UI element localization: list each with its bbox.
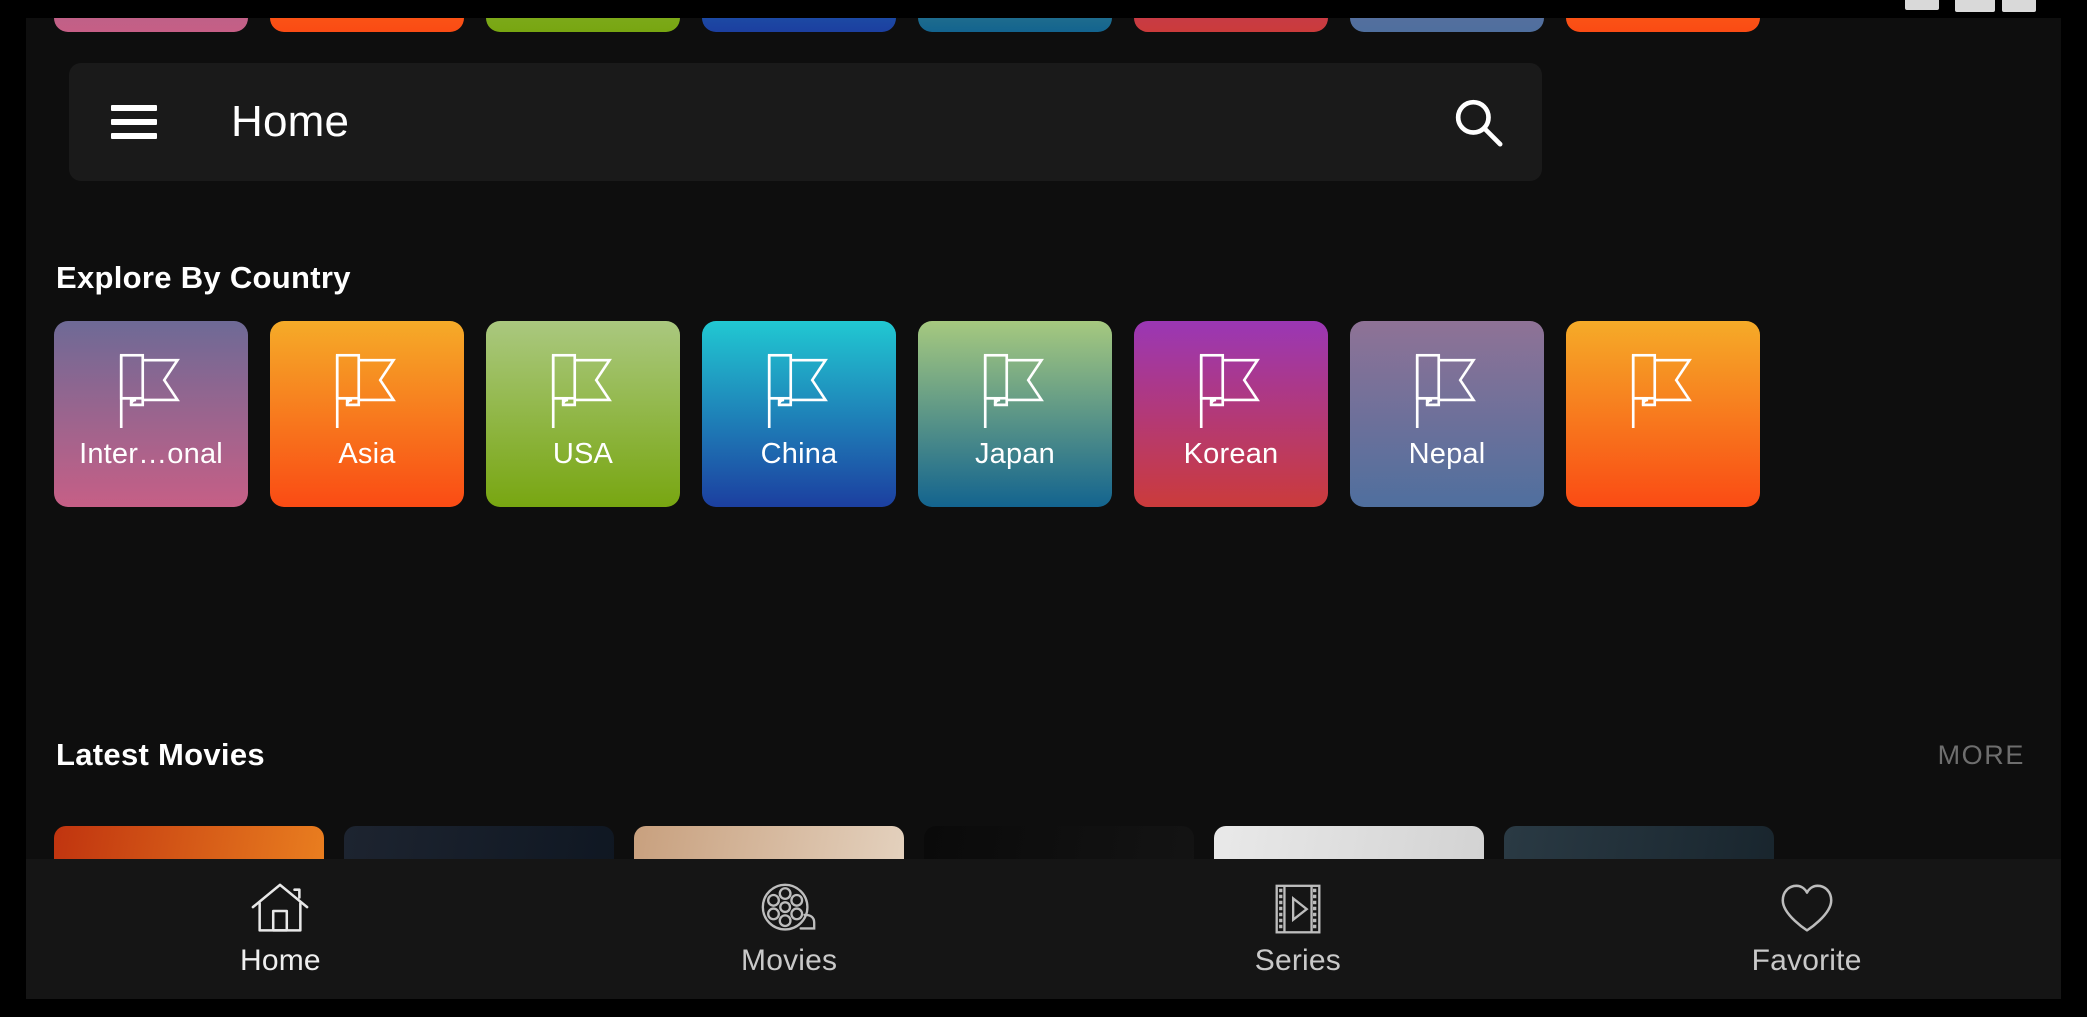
more-button[interactable]: MORE: [1938, 740, 2025, 771]
flag-icon: [109, 347, 193, 433]
country-tile[interactable]: [1134, 18, 1328, 32]
status-battery-icon: [1905, 0, 1939, 10]
country-tile-label: Asia: [338, 438, 396, 470]
country-tile-usa[interactable]: USA: [486, 321, 680, 507]
country-tile-interonal[interactable]: Inter…onal: [54, 321, 248, 507]
country-tile-more[interactable]: [1566, 321, 1760, 507]
nav-item-label: Home: [239, 944, 321, 977]
flag-icon: [757, 347, 841, 433]
country-tile[interactable]: [918, 18, 1112, 32]
nav-item-home[interactable]: Home: [26, 880, 535, 978]
country-tile-china[interactable]: China: [702, 321, 896, 507]
country-tile[interactable]: [1350, 18, 1544, 32]
flag-icon: [973, 347, 1057, 433]
status-bar: [0, 0, 2087, 18]
heart-icon: [1776, 880, 1838, 938]
flag-icon: [1405, 347, 1489, 433]
nav-item-favorite[interactable]: Favorite: [1552, 880, 2061, 978]
country-tile-label: USA: [552, 438, 614, 470]
country-tile-label: Inter…onal: [79, 438, 223, 470]
search-icon[interactable]: [1448, 92, 1508, 152]
section-title: Explore By Country: [56, 260, 351, 295]
nav-item-series[interactable]: Series: [1044, 880, 1553, 978]
nav-item-label: Movies: [741, 944, 838, 977]
nav-item-label: Favorite: [1751, 944, 1862, 977]
flag-icon: [1621, 347, 1705, 433]
film-reel-icon: [758, 880, 820, 938]
flag-icon: [325, 347, 409, 433]
country-tile[interactable]: [1566, 18, 1760, 32]
section-title: Latest Movies: [56, 737, 265, 772]
screen-root: Explore By Country Inter…onal Asia USA Chin…: [0, 0, 2087, 1017]
country-tile-row[interactable]: Inter…onal Asia USA China Japan Korean Nepal: [26, 321, 2061, 507]
section-header-latest-movies: Latest Movies MORE: [26, 730, 2061, 780]
status-signal-icon: [1955, 0, 1995, 12]
hamburger-menu-icon[interactable]: [111, 105, 157, 139]
flag-icon: [541, 347, 625, 433]
page-title: Home: [231, 97, 350, 146]
country-tile-label: Japan: [974, 438, 1055, 470]
country-row-previous[interactable]: [26, 18, 2061, 32]
app-viewport: Explore By Country Inter…onal Asia USA Chin…: [26, 18, 2061, 999]
section-header-explore-by-country: Explore By Country: [26, 253, 2061, 303]
country-tile-label: Nepal: [1408, 438, 1486, 470]
country-tile-asia[interactable]: Asia: [270, 321, 464, 507]
country-tile-label: China: [760, 438, 838, 470]
country-tile-label: Korean: [1183, 438, 1279, 470]
flag-icon: [1189, 347, 1273, 433]
country-tile[interactable]: [486, 18, 680, 32]
country-tile[interactable]: [702, 18, 896, 32]
home-icon: [249, 880, 311, 938]
app-bar: Home: [69, 63, 1542, 181]
country-tile[interactable]: [54, 18, 248, 32]
country-tile-japan[interactable]: Japan: [918, 321, 1112, 507]
film-strip-play-icon: [1267, 880, 1329, 938]
nav-item-movies[interactable]: Movies: [535, 880, 1044, 978]
status-wifi-icon: [2002, 0, 2036, 12]
country-tile-nepal[interactable]: Nepal: [1350, 321, 1544, 507]
country-tile[interactable]: [270, 18, 464, 32]
bottom-navigation-bar: Home Movies Series Favorite: [26, 859, 2061, 999]
nav-item-label: Series: [1254, 944, 1341, 977]
country-tile-korean[interactable]: Korean: [1134, 321, 1328, 507]
